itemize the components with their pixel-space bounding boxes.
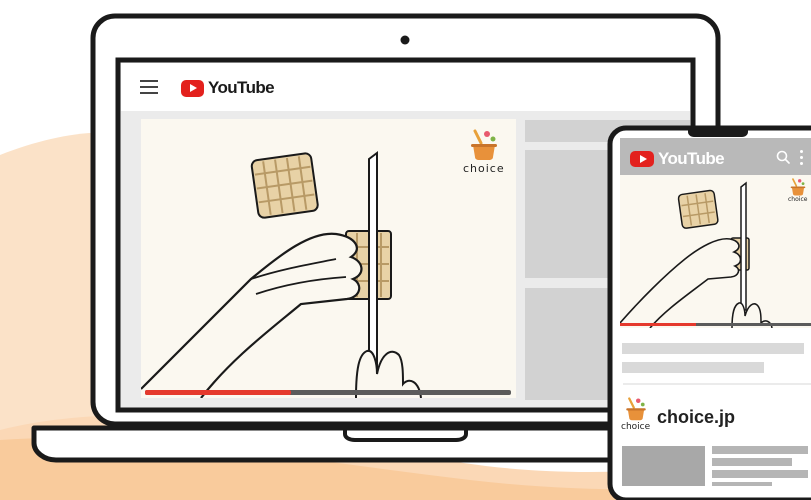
phone-channel-avatar[interactable]: choice bbox=[621, 397, 650, 432]
channel-name[interactable]: choice.jp bbox=[657, 407, 735, 428]
phone-channel-logo-text: choice bbox=[788, 196, 808, 203]
channel-avatar-text: choice bbox=[621, 422, 651, 432]
phone-youtube-play-icon bbox=[630, 151, 654, 167]
phone-progress-fill bbox=[620, 323, 697, 326]
phone-cooking-pot-icon bbox=[790, 178, 806, 196]
more-vertical-icon[interactable] bbox=[799, 150, 805, 166]
phone-channel-logo: choice bbox=[788, 178, 807, 203]
phone-video-illustration[interactable] bbox=[620, 175, 811, 328]
search-icon[interactable] bbox=[776, 150, 790, 164]
phone-youtube-logo-text: YouTube bbox=[658, 149, 725, 168]
phone-youtube-logo[interactable]: YouTube bbox=[630, 149, 725, 169]
channel-avatar-pot-icon bbox=[625, 397, 646, 421]
